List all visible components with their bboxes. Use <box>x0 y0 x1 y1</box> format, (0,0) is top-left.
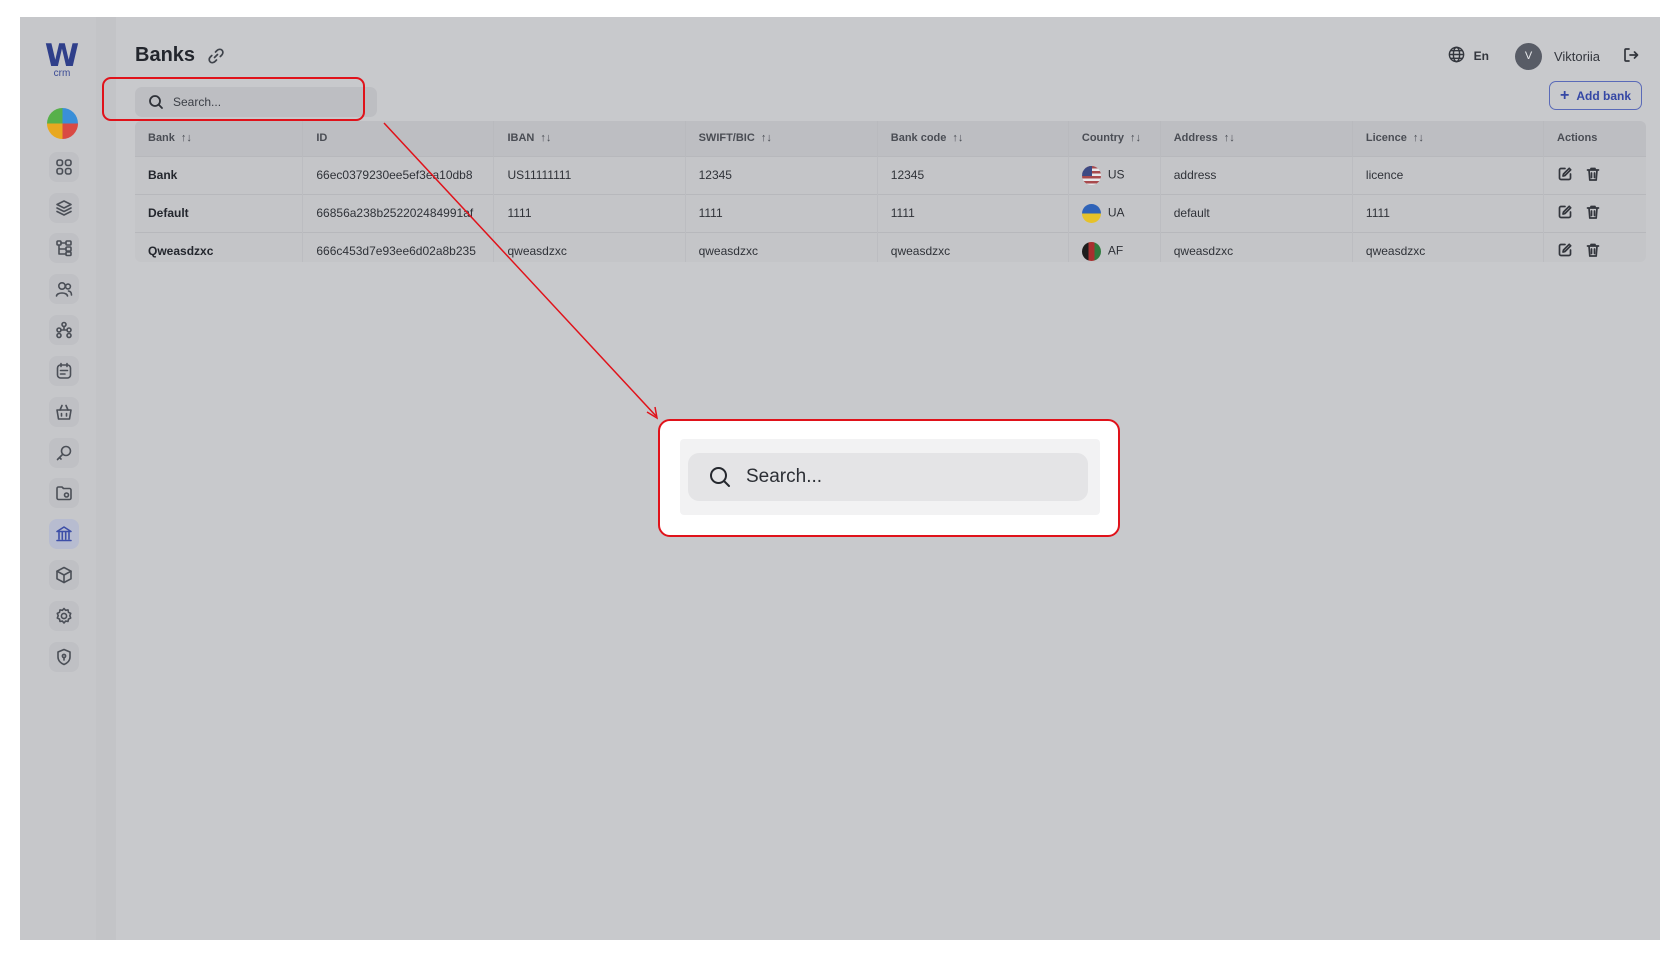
cell-bank-code: 12345 <box>877 156 1069 194</box>
notes-icon[interactable] <box>49 356 79 386</box>
sidebar-divider <box>96 17 116 940</box>
sort-icon[interactable]: ↑↓ <box>1413 132 1424 144</box>
cell-bank: Bank <box>135 156 304 194</box>
search-icon <box>710 467 730 487</box>
structure-icon[interactable] <box>49 233 79 263</box>
table-row[interactable]: Qweasdzxc 666c453d7e93ee6d02a8b235 qweas… <box>135 232 1646 262</box>
column-header-iban[interactable]: IBAN ↑↓ <box>493 121 686 156</box>
zoom-search-placeholder: Search... <box>746 466 823 487</box>
sort-icon[interactable]: ↑↓ <box>1130 132 1141 144</box>
folder-icon[interactable] <box>49 478 79 508</box>
logo-letter: W <box>44 38 80 74</box>
username[interactable]: Viktoriia <box>1554 49 1600 64</box>
cell-swift: qweasdzxc <box>685 232 878 262</box>
trash-icon[interactable] <box>1585 242 1601 258</box>
avatar[interactable]: V <box>1514 42 1542 70</box>
bank-icon[interactable] <box>49 519 79 549</box>
cell-address: address <box>1160 156 1353 194</box>
language-selector[interactable]: En <box>1474 49 1489 63</box>
cell-iban: 1111 <box>493 194 686 232</box>
cell-country: UA <box>1068 194 1161 232</box>
chart-pie-icon[interactable] <box>47 108 78 139</box>
af-flag-icon <box>1081 241 1101 261</box>
cell-country: US <box>1068 156 1161 194</box>
cell-address: qweasdzxc <box>1160 232 1353 262</box>
column-header-address[interactable]: Address ↑↓ <box>1160 121 1353 156</box>
search-highlight-box <box>102 77 365 121</box>
edit-icon[interactable] <box>1557 166 1573 182</box>
sidebar: W crm <box>20 17 96 940</box>
zoom-search-field: Search... <box>688 453 1088 501</box>
settings-icon[interactable] <box>49 601 79 631</box>
cell-actions <box>1544 232 1646 262</box>
column-header-swift[interactable]: SWIFT/BIC ↑↓ <box>685 121 878 156</box>
sort-icon[interactable]: ↑↓ <box>181 132 192 144</box>
cell-licence: 1111 <box>1352 194 1545 232</box>
column-header-licence[interactable]: Licence ↑↓ <box>1352 121 1545 156</box>
cell-country: AF <box>1068 232 1161 262</box>
user-toolbar: En V Viktoriia <box>1447 40 1640 72</box>
link-icon[interactable] <box>207 47 225 65</box>
cell-actions <box>1544 194 1646 232</box>
layers-icon[interactable] <box>49 193 79 223</box>
cell-bank: Default <box>135 194 304 232</box>
column-header-id: ID <box>302 121 495 156</box>
key-icon[interactable] <box>49 438 79 468</box>
sort-icon[interactable]: ↑↓ <box>761 132 772 144</box>
cell-bank-code: 1111 <box>877 194 1069 232</box>
users-icon[interactable] <box>49 274 79 304</box>
ua-flag-icon <box>1081 203 1101 223</box>
plus-icon: + <box>1559 86 1570 104</box>
cell-iban: qweasdzxc <box>493 232 686 262</box>
cell-id: 666c453d7e93ee6d02a8b235 <box>302 232 495 262</box>
sort-icon[interactable]: ↑↓ <box>1224 132 1235 144</box>
cell-bank: Qweasdzxc <box>135 232 304 262</box>
banks-table: Bank ↑↓ ID IBAN ↑↓ SWIFT/BIC ↑↓ Bank code ↑↓… <box>135 121 1646 262</box>
cell-swift: 12345 <box>685 156 878 194</box>
cell-address: default <box>1160 194 1353 232</box>
trash-icon[interactable] <box>1585 204 1601 220</box>
table-header-row: Bank ↑↓ ID IBAN ↑↓ SWIFT/BIC ↑↓ Bank code ↑↓… <box>135 121 1646 156</box>
basket-icon[interactable] <box>49 397 79 427</box>
cell-licence: licence <box>1352 156 1545 194</box>
column-header-bank[interactable]: Bank ↑↓ <box>135 121 304 156</box>
table-row[interactable]: Default 66856a238b252202484991af 1111 11… <box>135 194 1646 232</box>
logout-icon[interactable] <box>1622 46 1640 67</box>
edit-icon[interactable] <box>1557 242 1573 258</box>
cell-iban: US11111111 <box>493 156 686 194</box>
cell-id: 66856a238b252202484991af <box>302 194 495 232</box>
network-icon[interactable] <box>49 315 79 345</box>
cell-licence: qweasdzxc <box>1352 232 1545 262</box>
cell-bank-code: qweasdzxc <box>877 232 1069 262</box>
add-bank-label: Add bank <box>1576 88 1631 103</box>
edit-icon[interactable] <box>1557 204 1573 220</box>
cell-swift: 1111 <box>685 194 878 232</box>
zoom-panel: Search... <box>680 439 1100 515</box>
column-header-country[interactable]: Country ↑↓ <box>1068 121 1161 156</box>
table-row[interactable]: Bank 66ec0379230ee5ef3ea10db8 US11111111… <box>135 156 1646 194</box>
globe-icon[interactable] <box>1447 45 1466 67</box>
add-bank-button[interactable]: + Add bank <box>1548 81 1642 110</box>
sort-icon[interactable]: ↑↓ <box>952 132 963 144</box>
trash-icon[interactable] <box>1585 166 1601 182</box>
logo[interactable]: W crm <box>42 41 82 81</box>
cube-icon[interactable] <box>49 560 79 590</box>
dashboard-icon[interactable] <box>49 152 79 182</box>
search-zoom-callout: Search... <box>658 419 1120 537</box>
page-title: Banks <box>135 44 196 66</box>
shield-icon[interactable] <box>49 642 79 672</box>
column-header-actions: Actions <box>1557 132 1598 145</box>
cell-actions <box>1544 156 1646 194</box>
cell-id: 66ec0379230ee5ef3ea10db8 <box>302 156 495 194</box>
us-flag-icon <box>1081 165 1101 185</box>
sort-icon[interactable]: ↑↓ <box>540 132 551 144</box>
column-header-bank-code[interactable]: Bank code ↑↓ <box>877 121 1069 156</box>
